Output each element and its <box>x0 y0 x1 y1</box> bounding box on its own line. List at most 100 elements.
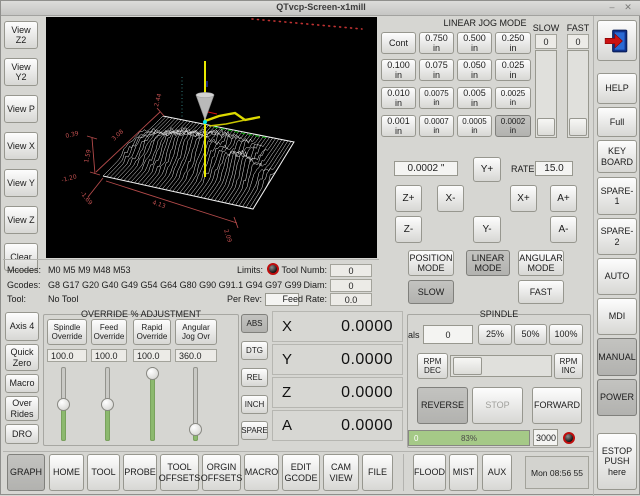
mdi-button[interactable]: MDI <box>597 298 637 335</box>
jog-increment-0250[interactable]: 0.250 in <box>495 32 531 54</box>
jog-increment-00007[interactable]: 0.0007 in <box>419 115 454 137</box>
help-button[interactable]: HELP <box>597 73 637 104</box>
feed-override-slider[interactable] <box>101 367 114 441</box>
flood-button[interactable]: FLOOD <box>413 454 446 491</box>
jog-increment-0001[interactable]: 0.001 in <box>381 115 416 137</box>
spindle-setpoint-field[interactable]: 3000 <box>533 429 558 446</box>
spindle-override-slider-handle[interactable] <box>57 398 70 411</box>
spindle-forward-button[interactable]: FORWARD <box>532 387 582 424</box>
full-button[interactable]: Full <box>597 107 637 137</box>
angular-mode-button[interactable]: ANGULAR MODE <box>518 250 564 276</box>
dro-button[interactable]: DRO <box>5 424 39 444</box>
jog-increment-0025[interactable]: 0.025 in <box>495 59 531 81</box>
quick-zero-button[interactable]: Quick Zero <box>5 344 39 371</box>
view-y2-button[interactable]: View Y2 <box>4 58 38 86</box>
spare-1-button[interactable]: SPARE-1 <box>597 177 637 215</box>
rapid-override-button[interactable]: Rapid Override <box>133 319 171 345</box>
linear-mode-button[interactable]: LINEAR MODE <box>466 250 510 276</box>
dro-spare-button[interactable]: SPARE <box>241 421 268 440</box>
spindle-override-button[interactable]: Spindle Override <box>47 319 87 345</box>
gcode-3d-preview[interactable]: 0.39 1.59 -1.20 -1.69 3.08 2.44 4.13 2.0… <box>46 17 377 258</box>
dro-inch-button[interactable]: INCH <box>241 395 268 414</box>
jog-increment-0010[interactable]: 0.010 in <box>381 87 416 109</box>
rate-label: RATE <box>511 164 534 174</box>
view-z-button[interactable]: View Z <box>4 206 38 234</box>
angular-jog-override-slider[interactable] <box>189 367 202 441</box>
spindle-override-slider[interactable] <box>57 367 70 441</box>
jog-a-plus-button[interactable]: A+ <box>550 185 577 212</box>
rpm-slider-handle[interactable] <box>453 357 482 375</box>
tab-probe[interactable]: PROBE <box>123 454 157 491</box>
jog-a-minus-button[interactable]: A- <box>550 216 577 243</box>
jog-increment-0100[interactable]: 0.100 in <box>381 59 416 81</box>
tab-home[interactable]: HOME <box>49 454 84 491</box>
rapid-override-slider[interactable] <box>146 367 159 441</box>
feed-rate-field: 0.0 <box>330 293 372 306</box>
tab-cam-view[interactable]: CAM VIEW <box>323 454 359 491</box>
feed-override-value: 100.0 <box>91 349 127 362</box>
axis-4-button[interactable]: Axis 4 <box>5 312 39 341</box>
tab-tool-offsets[interactable]: TOOL OFFSETS <box>160 454 199 491</box>
tab-file[interactable]: FILE <box>362 454 393 491</box>
auto-button[interactable]: AUTO <box>597 258 637 295</box>
jog-y-plus-button[interactable]: Y+ <box>473 157 501 182</box>
view-z2-button[interactable]: View Z2 <box>4 21 38 49</box>
spindle-speed-progressbar: 0 83% <box>408 430 530 446</box>
angular-jog-override-button[interactable]: Angular Jog Ovr <box>175 319 217 345</box>
jog-increment-0005[interactable]: 0.005 in <box>457 87 492 109</box>
fast-slider-handle[interactable] <box>569 118 587 136</box>
mist-button[interactable]: MIST <box>449 454 478 491</box>
exit-button[interactable] <box>597 20 637 61</box>
macro-button[interactable]: Macro <box>5 374 39 393</box>
feed-override-button[interactable]: Feed Override <box>91 319 127 345</box>
rpm-dec-button[interactable]: RPM DEC <box>417 353 448 379</box>
angular-jog-override-slider-handle[interactable] <box>189 423 202 436</box>
slow-slider-handle[interactable] <box>537 118 555 136</box>
view-p-button[interactable]: View P <box>4 95 38 123</box>
tab-edit-gcode[interactable]: EDIT GCODE <box>282 454 320 491</box>
position-mode-button[interactable]: POSITION MODE <box>408 250 454 276</box>
rapid-override-slider-handle[interactable] <box>146 367 159 380</box>
jog-increment-0075[interactable]: 0.075 in <box>419 59 454 81</box>
view-y-button[interactable]: View Y <box>4 169 38 197</box>
minimize-icon[interactable]: – <box>605 2 619 12</box>
jog-y-minus-button[interactable]: Y- <box>473 216 501 243</box>
spare-2-button[interactable]: SPARE-2 <box>597 218 637 255</box>
jog-z-minus-button[interactable]: Z- <box>395 216 422 243</box>
dro-rel-button[interactable]: REL <box>241 368 268 387</box>
power-button[interactable]: POWER <box>597 379 637 416</box>
spindle-reverse-button[interactable]: REVERSE <box>417 387 468 424</box>
spindle-25-button[interactable]: 25% <box>478 324 512 345</box>
tab-macro[interactable]: MACRO <box>244 454 279 491</box>
dro-dtg-button[interactable]: DTG <box>241 341 268 360</box>
jog-increment-cont[interactable]: Cont <box>381 32 416 54</box>
jog-increment-00002-selected[interactable]: 0.0002 in <box>495 115 531 137</box>
spindle-100-button[interactable]: 100% <box>549 324 583 345</box>
estop-button[interactable]: ESTOP PUSH here <box>597 433 637 490</box>
aux-button[interactable]: AUX <box>482 454 512 491</box>
over-rides-button[interactable]: Over Rides <box>5 396 39 421</box>
jog-increment-00025[interactable]: 0.0025 in <box>495 87 531 109</box>
keyboard-button[interactable]: KEY BOARD <box>597 140 637 173</box>
tab-orgin-offsets[interactable]: ORGIN OFFSETS <box>202 454 241 491</box>
jog-x-plus-button[interactable]: X+ <box>510 185 537 212</box>
close-icon[interactable]: ✕ <box>621 2 635 13</box>
jog-x-minus-button[interactable]: X- <box>437 185 464 212</box>
jog-increment-00075[interactable]: 0.0075 in <box>419 87 454 109</box>
tab-graph[interactable]: GRAPH <box>7 454 45 491</box>
jog-increment-0500[interactable]: 0.500 in <box>457 32 492 54</box>
tab-tool[interactable]: TOOL <box>87 454 120 491</box>
jog-increment-0750[interactable]: 0.750 in <box>419 32 454 54</box>
spindle-stop-button[interactable]: STOP <box>472 387 523 424</box>
jog-z-plus-button[interactable]: Z+ <box>395 185 422 212</box>
jog-increment-0050[interactable]: 0.050 in <box>457 59 492 81</box>
fast-mode-button[interactable]: FAST <box>518 280 564 304</box>
rpm-inc-button[interactable]: RPM INC <box>554 353 583 379</box>
slow-mode-button[interactable]: SLOW <box>408 280 454 304</box>
manual-button[interactable]: MANUAL <box>597 338 637 376</box>
jog-increment-00005[interactable]: 0.0005 in <box>457 115 492 137</box>
view-x-button[interactable]: View X <box>4 132 38 160</box>
dro-abs-button[interactable]: ABS <box>241 314 268 333</box>
feed-override-slider-handle[interactable] <box>101 398 114 411</box>
spindle-50-button[interactable]: 50% <box>514 324 547 345</box>
